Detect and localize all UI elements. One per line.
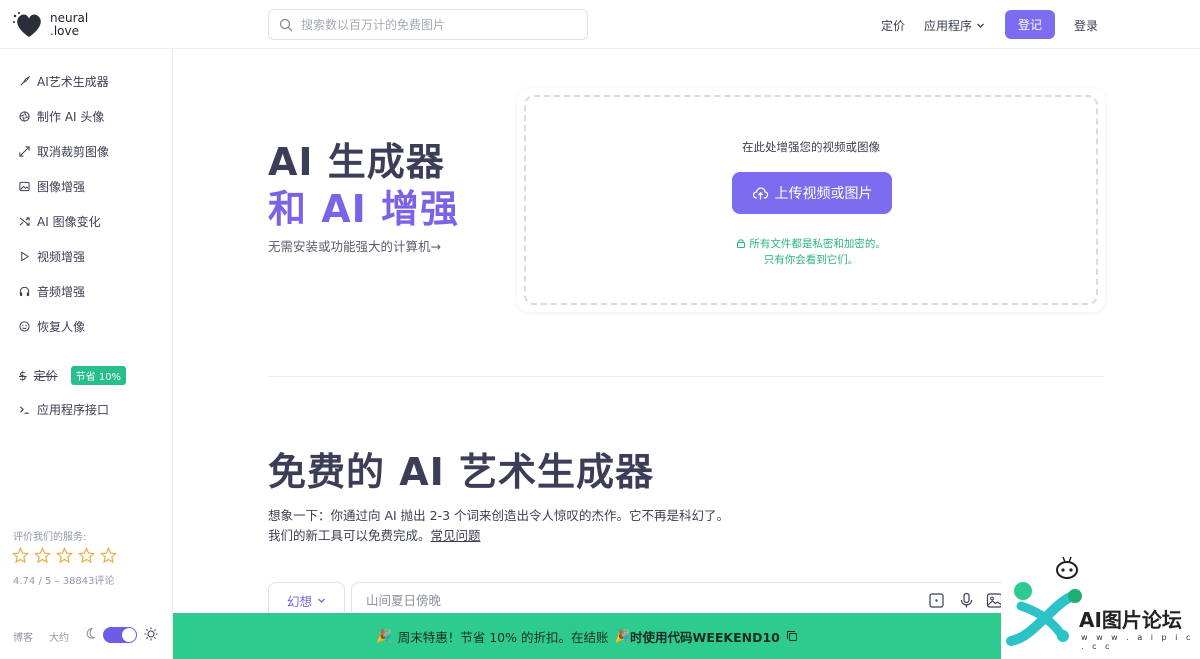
footer-blog-link[interactable]: 博客	[13, 629, 33, 644]
sidebar-item-video[interactable]: 视频增强	[19, 248, 85, 265]
hero-subtitle-link[interactable]: 无需安装或功能强大的计算机→	[268, 236, 441, 255]
smile-icon	[19, 321, 30, 332]
footer-about-link[interactable]: 大约	[49, 629, 69, 644]
prompt-input[interactable]	[366, 592, 906, 608]
hero-title-line2: 和 AI 增强	[268, 187, 460, 231]
rating-stars[interactable]	[12, 547, 117, 564]
style-select-value: 幻想	[286, 593, 312, 609]
signup-button[interactable]: 登记	[1005, 10, 1055, 39]
top-header: neural .love 定价 应用程序 登记 登录	[0, 0, 1200, 49]
privacy-line1-row: 所有文件都是私密和加密的。	[526, 236, 1096, 252]
nav-apps-label: 应用程序	[924, 19, 973, 33]
cloud-upload-icon	[752, 186, 768, 199]
sidebar-item-portrait[interactable]: 恢复人像	[19, 318, 85, 335]
nav-apps-dropdown[interactable]: 应用程序	[924, 17, 985, 34]
copy-icon[interactable]	[786, 630, 798, 642]
sidebar-item-label: 恢复人像	[37, 320, 86, 334]
section-divider	[268, 376, 1104, 377]
search-bar[interactable]	[268, 9, 588, 40]
login-link[interactable]: 登录	[1074, 17, 1098, 34]
generator-desc-line1: 想象一下：你通过向 AI 抛出 2-3 个词来创造出令人惊叹的杰作。它不再是科幻…	[268, 508, 730, 523]
nav-pricing-link[interactable]: 定价	[881, 17, 905, 34]
upload-prompt: 在此处增强您的视频或图像	[742, 140, 880, 154]
sidebar-item-ai-art[interactable]: AI艺术生成器	[19, 73, 109, 90]
moon-icon	[86, 627, 97, 639]
sidebar-item-label: 应用程序接口	[37, 403, 110, 417]
sidebar: AI艺术生成器 制作 AI 头像 取消裁剪图像 图像增强 AI 图像变化 视频增…	[0, 49, 173, 659]
generator-title: 免费的 AI 艺术生成器	[268, 450, 655, 494]
upload-dropzone[interactable]: 在此处增强您的视频或图像 上传视频或图片 所有文件都是私密和加密的。 只有你会看…	[524, 95, 1098, 305]
watermark: AI图片论坛 w w w . a i p i c . c c	[1001, 556, 1200, 659]
generator-desc-line2: 我们的新工具可以免费完成。	[268, 528, 431, 543]
star-icon[interactable]	[56, 547, 73, 564]
upload-card: 在此处增强您的视频或图像 上传视频或图片 所有文件都是私密和加密的。 只有你会看…	[517, 88, 1105, 312]
logo-text: neural .love	[50, 12, 88, 38]
rating-value: 4.74 / 5 – 38843评论	[13, 576, 115, 587]
sidebar-item-uncrop[interactable]: 取消裁剪图像	[19, 143, 109, 160]
chevron-down-icon	[977, 23, 984, 28]
dice-icon[interactable]	[928, 592, 945, 609]
brush-icon	[20, 76, 30, 86]
upload-button[interactable]: 上传视频或图片	[732, 172, 892, 214]
star-icon[interactable]	[12, 547, 29, 564]
sidebar-item-variation[interactable]: AI 图像变化	[19, 213, 101, 230]
image-icon	[19, 181, 30, 192]
search-icon	[279, 18, 293, 31]
shuffle-icon	[19, 217, 30, 226]
headphones-icon	[19, 286, 30, 297]
party-popper-icon: 🎉	[376, 628, 392, 643]
watermark-text: AI图片论坛	[1079, 608, 1182, 632]
expand-icon	[19, 146, 30, 157]
watermark-url: w w w . a i p i c . c c	[1081, 633, 1194, 651]
lock-icon	[737, 239, 746, 248]
privacy-line2: 只有你会看到它们。	[763, 254, 859, 266]
search-input[interactable]	[301, 17, 571, 32]
privacy-note: 所有文件都是私密和加密的。 只有你会看到它们。	[526, 236, 1096, 268]
rate-label: 评价我们的服务:	[13, 532, 87, 543]
toggle-knob	[122, 628, 136, 642]
sidebar-item-api[interactable]: 应用程序接口	[19, 401, 109, 418]
sidebar-item-pricing[interactable]: $ 定价 节省 10%	[19, 366, 127, 385]
logo-line2: .love	[50, 24, 79, 38]
aperture-icon	[19, 111, 30, 122]
party-popper-icon: 🎉	[614, 628, 631, 643]
chevron-down-icon	[318, 598, 325, 603]
sidebar-item-avatar[interactable]: 制作 AI 头像	[19, 108, 104, 125]
logo[interactable]: neural .love	[12, 10, 88, 40]
sidebar-item-label: 图像增强	[37, 180, 86, 194]
sidebar-item-label: 音频增强	[37, 285, 86, 299]
star-icon[interactable]	[78, 547, 95, 564]
upload-button-label: 上传视频或图片	[774, 186, 873, 202]
sidebar-item-label: AI 图像变化	[37, 215, 101, 229]
sidebar-item-label: 制作 AI 头像	[37, 110, 105, 124]
microphone-icon[interactable]	[958, 592, 975, 609]
promo-text: 周末特惠！节省 10% 的折扣。在结账	[397, 629, 609, 645]
faq-link[interactable]: 常见问题	[431, 528, 481, 543]
promo-banner[interactable]: 🎉 周末特惠！节省 10% 的折扣。在结账 🎉 时使用代码WEEKEND10	[173, 613, 1001, 659]
theme-toggle[interactable]	[103, 627, 137, 643]
heart-logo-icon	[13, 12, 41, 37]
play-icon	[21, 251, 30, 262]
privacy-line1: 所有文件都是私密和加密的。	[749, 238, 886, 250]
star-icon[interactable]	[34, 547, 51, 564]
sidebar-item-audio[interactable]: 音频增强	[19, 283, 85, 300]
sun-icon	[144, 627, 158, 641]
generator-desc-line2-row: 我们的新工具可以免费完成。常见问题	[268, 525, 481, 544]
sidebar-item-label: 视频增强	[37, 250, 86, 264]
dollar-icon: $	[19, 368, 27, 383]
sidebar-item-label: AI艺术生成器	[37, 75, 109, 89]
sidebar-item-label: 定价	[33, 369, 58, 383]
sidebar-item-image-enhance[interactable]: 图像增强	[19, 178, 85, 195]
discount-badge: 节省 10%	[70, 366, 127, 385]
terminal-icon	[19, 406, 29, 414]
star-icon[interactable]	[100, 547, 117, 564]
promo-text-2: 时使用代码WEEKEND10	[630, 629, 780, 645]
sidebar-item-label: 取消裁剪图像	[37, 145, 110, 159]
